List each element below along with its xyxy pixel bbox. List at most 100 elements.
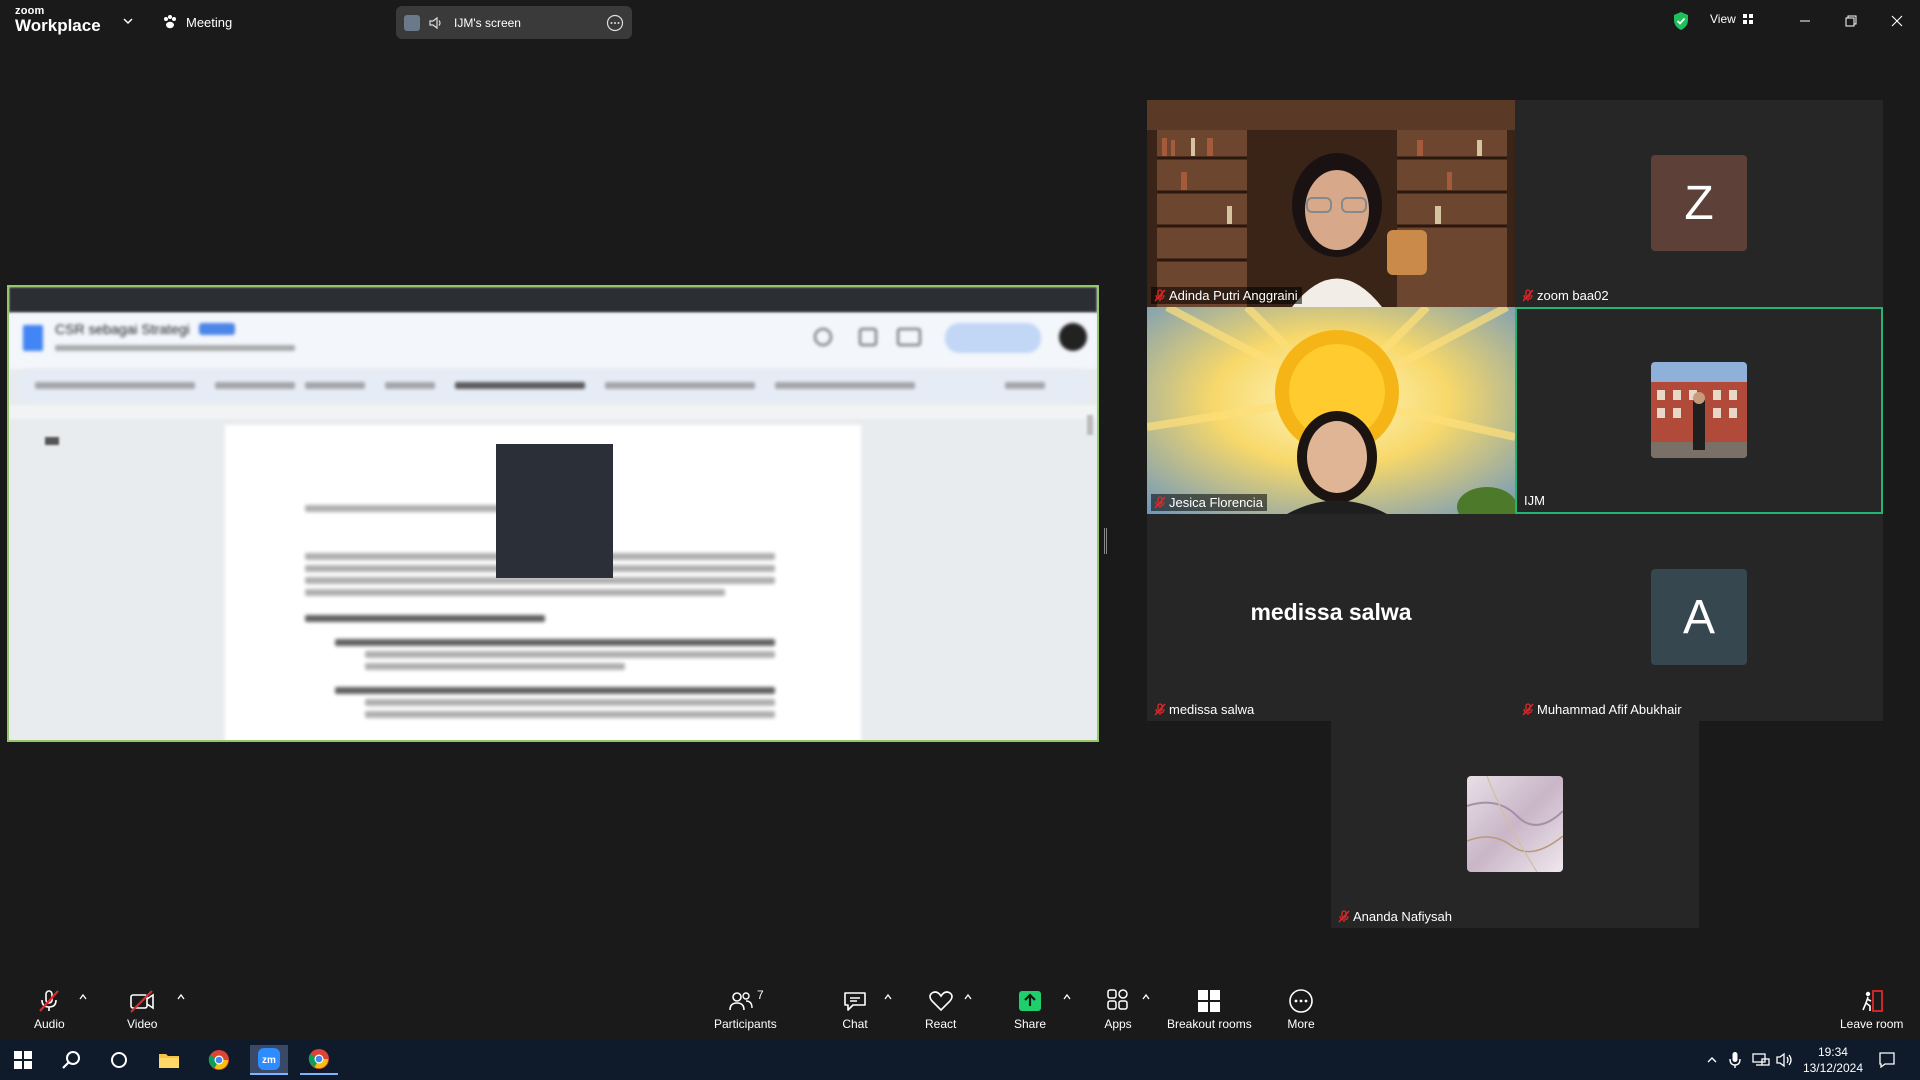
participant-tile[interactable]: Z zoom baa02 (1515, 100, 1883, 307)
close-button[interactable] (1882, 8, 1912, 34)
video-options-caret-icon[interactable] (176, 992, 186, 1002)
chevron-down-icon[interactable] (122, 15, 134, 27)
react-options-caret-icon[interactable] (963, 992, 973, 1002)
participant-tile[interactable]: Adinda Putri Anggraini (1147, 100, 1515, 307)
clock-date: 13/12/2024 (1802, 1061, 1863, 1075)
video-button[interactable]: Video (127, 988, 157, 1031)
participant-video (1147, 307, 1515, 514)
leave-room-button[interactable]: Leave room (1840, 988, 1903, 1031)
participant-tile[interactable]: A Muhammad Afif Abukhair (1515, 514, 1883, 721)
participant-tile[interactable]: medissa salwa medissa salwa (1147, 514, 1515, 721)
chrome-icon (208, 1050, 229, 1070)
share-screen-icon (1019, 991, 1042, 1011)
chat-label: Chat (842, 1017, 868, 1031)
heart-icon (928, 991, 953, 1012)
search-button[interactable] (52, 1045, 90, 1075)
apps-options-caret-icon[interactable] (1141, 992, 1151, 1002)
mic-muted-icon (1338, 910, 1350, 923)
doc-title: CSR sebagai Strategi (55, 321, 190, 337)
folder-icon (159, 1054, 179, 1068)
cortana-circle-icon (111, 1052, 127, 1068)
notification-center-icon[interactable] (1878, 1051, 1896, 1069)
participant-name-tag: Ananda Nafiysah (1335, 908, 1456, 925)
breakout-rooms-button[interactable]: Breakout rooms (1167, 988, 1252, 1031)
clock-time: 19:34 (1817, 1045, 1848, 1059)
participant-name: Adinda Putri Anggraini (1169, 288, 1298, 303)
apps-button[interactable]: Apps (1104, 988, 1132, 1031)
participant-name: Ananda Nafiysah (1353, 909, 1453, 924)
title-bar: zoom Workplace Meeting IJM's screen View (0, 0, 1920, 44)
view-button[interactable]: View (1710, 12, 1754, 26)
react-button[interactable]: React (925, 988, 956, 1031)
zoom-app-icon: zm (258, 1048, 280, 1070)
participant-name-tag: medissa salwa (1151, 701, 1258, 718)
chat-options-caret-icon[interactable] (883, 992, 893, 1002)
redacted-block (496, 444, 613, 578)
svg-text:zm: zm (262, 1055, 276, 1066)
more-icon (1289, 989, 1313, 1013)
apps-label: Apps (1104, 1017, 1132, 1031)
screen-share-label: IJM's screen (454, 15, 521, 30)
volume-icon[interactable] (1776, 1052, 1794, 1068)
mic-muted-icon (1522, 289, 1534, 302)
chrome-icon (308, 1049, 329, 1069)
zoom-workplace-logo: zoom Workplace (15, 6, 101, 35)
audio-options-caret-icon[interactable] (78, 992, 88, 1002)
mic-muted-icon (39, 990, 60, 1012)
participant-tile[interactable]: Jesica Florencia (1147, 307, 1515, 514)
participant-profile-photo (1651, 362, 1747, 458)
file-explorer-taskbar-button[interactable] (150, 1045, 188, 1075)
microphone-tray-icon[interactable] (1728, 1051, 1742, 1069)
shared-screen-view[interactable]: CSR sebagai Strategi (7, 285, 1099, 742)
more-label: More (1287, 1017, 1315, 1031)
participant-name: medissa salwa (1169, 702, 1255, 717)
participant-name-tag: IJM (1521, 492, 1549, 509)
audio-label: Audio (34, 1017, 65, 1031)
participant-name: zoom baa02 (1537, 288, 1609, 303)
react-label: React (925, 1017, 957, 1031)
encryption-shield-icon[interactable] (1672, 11, 1690, 31)
minimize-button[interactable] (1790, 8, 1820, 34)
restore-button[interactable] (1836, 8, 1866, 34)
share-options-caret-icon[interactable] (1062, 992, 1072, 1002)
meeting-menu-button[interactable]: Meeting (162, 12, 232, 32)
start-button[interactable] (4, 1045, 42, 1075)
participant-name: Muhammad Afif Abukhair (1537, 702, 1682, 717)
system-clock[interactable]: 19:34 13/12/2024 (1803, 1044, 1863, 1076)
more-options-icon[interactable] (606, 14, 624, 32)
participants-label: Participants (714, 1017, 777, 1031)
participant-name-tag: Muhammad Afif Abukhair (1519, 701, 1686, 718)
paw-icon (164, 15, 176, 29)
screen-share-pill[interactable]: IJM's screen (396, 6, 632, 39)
mic-muted-icon (1154, 496, 1166, 509)
chrome-active-taskbar-button[interactable] (300, 1045, 338, 1075)
participant-tile[interactable]: Ananda Nafiysah (1331, 721, 1699, 928)
logo-big-text: Workplace (15, 16, 101, 35)
more-button[interactable]: More (1287, 988, 1315, 1031)
participant-profile-photo (1467, 776, 1563, 872)
windows-logo-icon (14, 1051, 32, 1069)
restore-icon (1845, 15, 1857, 27)
windows-taskbar: zm 19:34 13/12/2024 (0, 1040, 1920, 1080)
breakout-rooms-label: Breakout rooms (1167, 1017, 1252, 1031)
sharer-avatar-thumb (404, 14, 420, 31)
participants-count: 7 (757, 988, 764, 1002)
chrome-taskbar-button[interactable] (200, 1045, 238, 1075)
task-view-button[interactable] (100, 1045, 138, 1075)
network-icon[interactable] (1752, 1052, 1770, 1068)
participant-tile-active-speaker[interactable]: IJM (1515, 307, 1883, 514)
participants-button[interactable]: 7 Participants (714, 988, 777, 1031)
zoom-taskbar-button[interactable]: zm (250, 1045, 288, 1075)
chevron-up-icon[interactable] (1706, 1054, 1718, 1066)
chat-button[interactable]: Chat (841, 988, 869, 1031)
chat-icon (844, 992, 866, 1011)
audio-button[interactable]: Audio (34, 988, 65, 1031)
participant-name-tag: zoom baa02 (1519, 287, 1613, 304)
apps-icon (1107, 989, 1128, 1010)
speaker-icon[interactable] (428, 15, 444, 31)
participant-name: Jesica Florencia (1169, 495, 1263, 510)
mic-muted-icon (1154, 703, 1166, 716)
participant-avatar: A (1651, 569, 1747, 665)
share-button[interactable]: Share (1014, 988, 1046, 1031)
split-resize-handle[interactable] (1104, 528, 1107, 554)
